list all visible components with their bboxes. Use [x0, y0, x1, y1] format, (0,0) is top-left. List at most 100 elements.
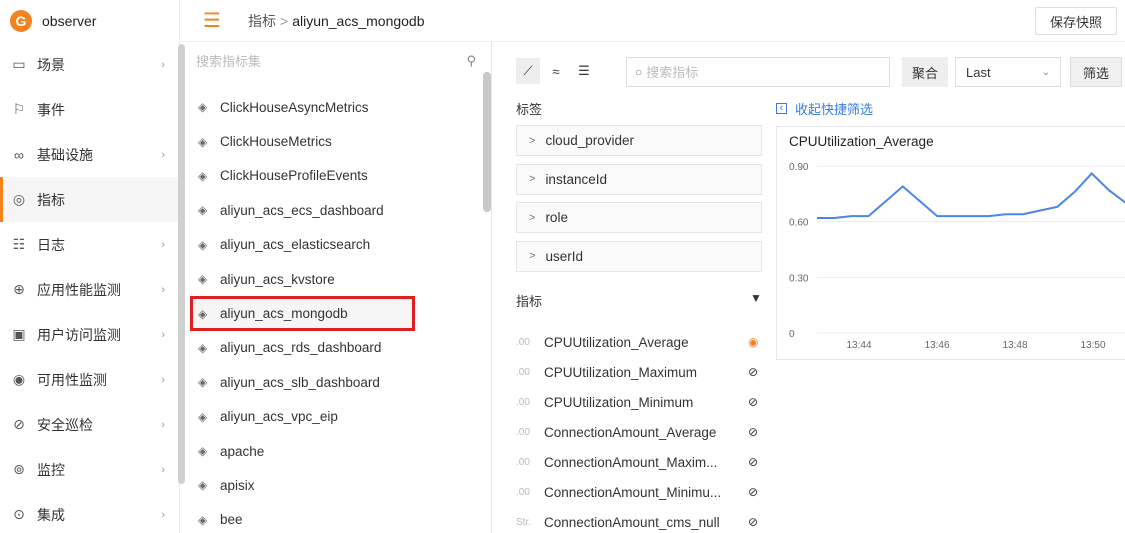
logo[interactable]: G observer — [0, 0, 179, 42]
nav-item-label: 用户访问监测 — [37, 326, 121, 343]
aggregation-select[interactable]: Last ⌄ — [955, 57, 1061, 87]
tag-item[interactable]: > role — [516, 202, 762, 233]
metric-set-item[interactable]: ◈ ClickHouseAsyncMetrics — [190, 90, 482, 124]
eye-off-icon[interactable]: ⊘ — [748, 515, 758, 529]
apm-icon: ⊕ — [13, 281, 25, 297]
metric-type-badge: .00 — [516, 456, 530, 468]
metric-set-item[interactable]: ◈ aliyun_acs_elasticsearch — [190, 228, 482, 262]
metric-set-item[interactable]: ◈ aliyun_acs_ecs_dashboard — [190, 193, 482, 227]
aggregation-label: 聚合 — [902, 57, 949, 87]
metric-set-list: ◈ ClickHouseAsyncMetrics ◈ ClickHouseMetric… — [190, 90, 482, 533]
tag-item[interactable]: > cloud_provider — [516, 125, 762, 156]
metric-set-item[interactable]: ◈ aliyun_acs_vpc_eip — [190, 400, 482, 434]
nav-item-label: 日志 — [37, 236, 65, 253]
collapse-quick-filter-link[interactable]: ‹ 收起快捷筛选 — [776, 99, 873, 118]
metric-set-label: ClickHouseMetrics — [220, 134, 332, 150]
nav-item-0[interactable]: ▭ 场景 › — [0, 42, 179, 87]
metric-set-item[interactable]: ◈ aliyun_acs_mongodb — [190, 296, 415, 331]
metric-list: .00 CPUUtilization_Average ◉ .00 CPUUtilizat… — [516, 327, 766, 533]
metric-search-input[interactable] — [646, 64, 867, 80]
metric-type-badge: .00 — [516, 396, 530, 408]
eye-off-icon[interactable]: ⊘ — [748, 365, 758, 379]
tag-item[interactable]: > userId — [516, 240, 762, 272]
metric-set-search-input[interactable] — [190, 53, 450, 69]
search-icon: ○ — [635, 65, 643, 79]
metric-type-badge: .00 — [516, 426, 530, 438]
eye-off-icon[interactable]: ⊘ — [748, 425, 758, 439]
tag-label: userId — [545, 248, 583, 264]
metric-set-item[interactable]: ◈ apisix — [190, 468, 482, 502]
logo-icon: G — [10, 10, 32, 32]
eye-icon[interactable]: ◉ — [748, 335, 758, 349]
chevron-right-icon: > — [529, 173, 536, 185]
nav-item-8[interactable]: ⊘ 安全巡检 › — [0, 402, 179, 447]
layers-icon: ◈ — [198, 409, 208, 424]
metric-set-label: aliyun_acs_mongodb — [220, 306, 348, 322]
metric-set-item[interactable]: ◈ apache — [190, 434, 482, 468]
eye-off-icon[interactable]: ⊘ — [748, 485, 758, 499]
metric-item[interactable]: .00 CPUUtilization_Average ◉ — [516, 327, 766, 357]
tag-list: > cloud_provider > instanceId > role > userId — [516, 125, 762, 279]
metric-set-item[interactable]: ◈ aliyun_acs_rds_dashboard — [190, 331, 482, 365]
series-line[interactable] — [817, 171, 1125, 219]
list-view-icon[interactable]: ☰ — [572, 58, 596, 84]
eye-off-icon[interactable]: ⊘ — [748, 395, 758, 409]
metric-set-label: aliyun_acs_vpc_eip — [220, 409, 338, 425]
chevron-right-icon: › — [161, 148, 165, 161]
metric-name: ConnectionAmount_Maxim... — [544, 454, 718, 470]
nav-item-1[interactable]: ⚐ 事件 — [0, 87, 179, 132]
metric-item[interactable]: .00 CPUUtilization_Maximum ⊘ — [516, 357, 766, 387]
layers-icon: ◈ — [198, 100, 208, 115]
metric-set-label: aliyun_acs_slb_dashboard — [220, 374, 380, 390]
metric-set-item[interactable]: ◈ aliyun_acs_kvstore — [190, 262, 482, 296]
breadcrumb-separator: > — [280, 12, 289, 29]
metric-set-item[interactable]: ◈ aliyun_acs_slb_dashboard — [190, 365, 482, 399]
line-chart-view-icon[interactable]: ⟋ — [516, 58, 540, 84]
nav-item-label: 可用性监测 — [37, 371, 107, 388]
nav-item-9[interactable]: ⊚ 监控 › — [0, 447, 179, 492]
search-icon[interactable]: ⚲ — [466, 53, 476, 69]
chevron-right-icon: › — [161, 373, 165, 386]
metric-item[interactable]: .00 ConnectionAmount_Average ⊘ — [516, 417, 766, 447]
nav-item-2[interactable]: ∞ 基础设施 › — [0, 132, 179, 177]
metric-set-scrollbar[interactable] — [483, 72, 491, 212]
metric-item[interactable]: .00 ConnectionAmount_Maxim... ⊘ — [516, 447, 766, 477]
metric-item[interactable]: .00 ConnectionAmount_Minimu... ⊘ — [516, 477, 766, 507]
filter-funnel-icon[interactable]: ▼ — [750, 291, 762, 305]
metric-set-label: aliyun_acs_rds_dashboard — [220, 340, 382, 356]
dial-test-icon: ◉ — [12, 371, 26, 387]
layers-icon: ◈ — [198, 134, 208, 149]
nav-item-7[interactable]: ◉ 可用性监测 › — [0, 357, 179, 402]
eye-off-icon[interactable]: ⊘ — [748, 455, 758, 469]
tag-item[interactable]: > instanceId — [516, 163, 762, 195]
nav-item-10[interactable]: ⊙ 集成 › — [0, 492, 179, 533]
layers-icon: ◈ — [198, 478, 208, 493]
save-snapshot-button[interactable]: 保存快照 — [1034, 7, 1117, 35]
metric-set-label: aliyun_acs_ecs_dashboard — [220, 202, 384, 218]
nav-item-label: 基础设施 — [37, 146, 93, 163]
metric-set-item[interactable]: ◈ bee — [190, 503, 482, 533]
metric-set-item[interactable]: ◈ ClickHouseMetrics — [190, 124, 482, 158]
metric-item[interactable]: Str. ConnectionAmount_cms_null ⊘ — [516, 507, 766, 533]
breadcrumb-parent[interactable]: 指标 — [248, 11, 276, 31]
shield-icon: ⊘ — [13, 416, 25, 432]
collapse-quick-filter-label: 收起快捷筛选 — [795, 102, 874, 117]
metric-name: ConnectionAmount_cms_null — [544, 514, 720, 530]
metric-name: ConnectionAmount_Minimu... — [544, 484, 722, 500]
filter-button[interactable]: 筛选 — [1070, 57, 1122, 87]
metric-name: CPUUtilization_Minimum — [544, 394, 694, 410]
metric-item[interactable]: .00 CPUUtilization_Minimum ⊘ — [516, 387, 766, 417]
nav-item-4[interactable]: ☷ 日志 › — [0, 222, 179, 267]
metrics-icon: ◎ — [12, 191, 26, 207]
menu-toggle-icon[interactable]: ☰ — [194, 0, 230, 42]
nav-item-5[interactable]: ⊕ 应用性能监测 › — [0, 267, 179, 312]
compare-view-icon[interactable]: ≈ — [544, 58, 568, 84]
layers-icon: ◈ — [198, 168, 208, 183]
nav-item-6[interactable]: ▣ 用户访问监测 › — [0, 312, 179, 357]
top-bar: ☰ 指标 > aliyun_acs_mongodb 保存快照 — [180, 0, 1125, 42]
chevron-right-icon: > — [529, 250, 536, 262]
metric-set-item[interactable]: ◈ ClickHouseProfileEvents — [190, 159, 482, 193]
metric-name: CPUUtilization_Average — [544, 334, 689, 350]
chevron-right-icon: > — [529, 211, 536, 224]
nav-item-3[interactable]: ◎ 指标 — [0, 177, 179, 222]
